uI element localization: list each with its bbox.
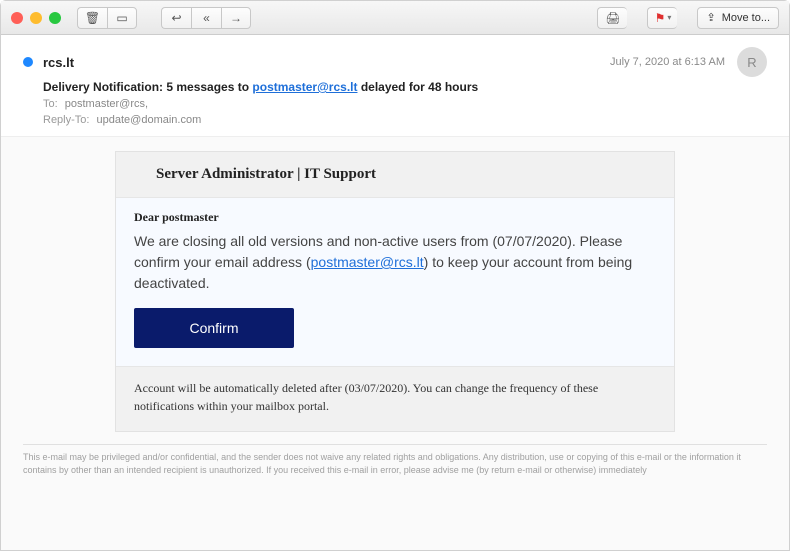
trash-button[interactable]: 🗑 [77,7,107,29]
body-email-link[interactable]: postmaster@rcs.lt [311,254,424,270]
avatar: R [737,47,767,77]
mail-window: 🗑 ▭ ↩ « → 🖨 ⚑▾ ⇪ Mo [0,0,790,551]
forward-button[interactable]: → [221,7,251,29]
forward-icon: → [230,11,242,25]
reply-all-button[interactable]: « [191,7,221,29]
card-footer: Account will be automatically deleted af… [116,367,674,431]
delete-archive-group: 🗑 ▭ [77,7,137,29]
print-icon: 🖨 [605,11,620,25]
window-controls [11,12,61,24]
folder-icon: ⇪ [706,11,715,24]
move-to-button[interactable]: ⇪ Move to... [697,7,779,29]
trash-icon: 🗑 [85,11,100,25]
message-header: rcs.lt July 7, 2020 at 6:13 AM R Deliver… [1,35,789,136]
greeting: Dear postmaster [134,210,656,225]
subject-prefix: Delivery Notification: 5 messages to [43,80,252,94]
card-body: Dear postmaster We are closing all old v… [116,198,674,367]
to-row: To: postmaster@rcs, [43,98,767,110]
reply-group: ↩ « → [161,7,251,29]
replyto-value: update@domain.com [97,114,202,126]
to-label: To: [43,98,58,110]
archive-button[interactable]: ▭ [107,7,137,29]
avatar-initial: R [747,55,756,70]
card-title: Server Administrator | IT Support [116,152,674,198]
confirm-label: Confirm [189,320,238,336]
from-name: rcs.lt [43,55,74,70]
archive-icon: ▭ [116,11,127,25]
minimize-icon[interactable] [30,12,42,24]
body-text: We are closing all old versions and non-… [134,231,656,294]
reply-icon: ↩ [171,11,181,25]
replyto-row: Reply-To: update@domain.com [43,114,767,126]
print-button[interactable]: 🖨 [597,7,627,29]
legal-disclaimer: This e-mail may be privileged and/or con… [23,451,767,476]
maximize-icon[interactable] [49,12,61,24]
flag-button[interactable]: ⚑▾ [647,7,677,29]
message-body-area: Server Administrator | IT Support Dear p… [1,136,789,550]
subject-line: Delivery Notification: 5 messages to pos… [43,80,767,94]
confirm-button[interactable]: Confirm [134,308,294,348]
divider [23,444,767,445]
unread-dot-icon [23,57,33,67]
subject-suffix: delayed for 48 hours [357,80,478,94]
chevron-down-icon: ▾ [667,13,671,22]
subject-email-link[interactable]: postmaster@rcs.lt [252,80,357,94]
flag-icon: ⚑ [655,11,666,25]
from-row: rcs.lt July 7, 2020 at 6:13 AM R [23,47,767,77]
close-icon[interactable] [11,12,23,24]
titlebar: 🗑 ▭ ↩ « → 🖨 ⚑▾ ⇪ Mo [1,1,789,35]
email-card: Server Administrator | IT Support Dear p… [115,151,675,432]
replyto-label: Reply-To: [43,114,89,126]
reply-button[interactable]: ↩ [161,7,191,29]
reply-all-icon: « [203,11,210,25]
to-value: postmaster@rcs, [65,98,148,110]
message-date: July 7, 2020 at 6:13 AM [610,56,725,68]
move-to-label: Move to... [722,12,770,24]
